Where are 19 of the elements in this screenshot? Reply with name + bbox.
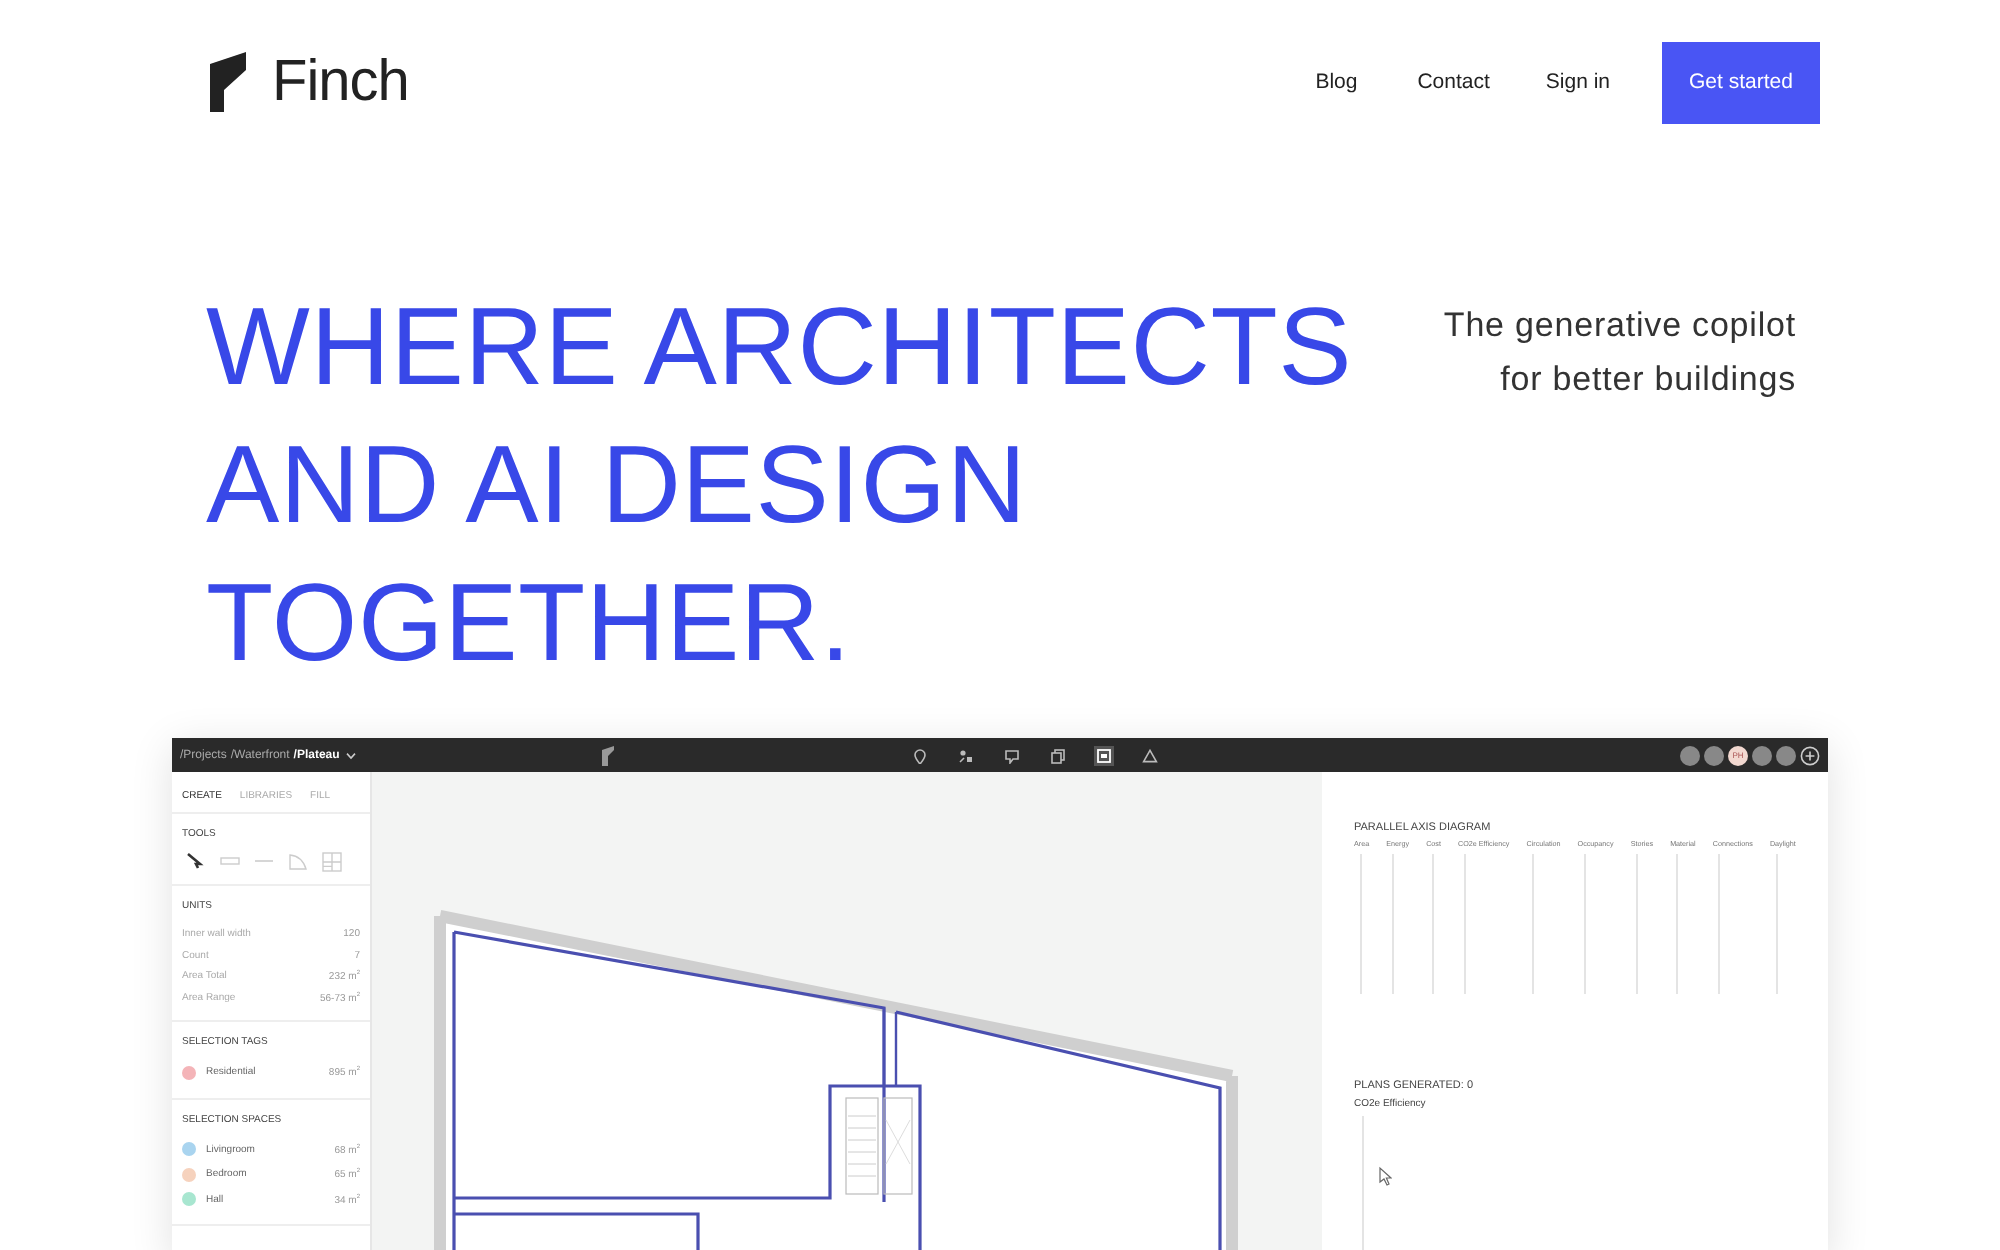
get-started-button[interactable]: Get started — [1662, 41, 1820, 123]
nav-link[interactable]: Contact — [1417, 70, 1490, 94]
shapes-icon[interactable] — [956, 745, 976, 765]
cursor-icon[interactable] — [186, 852, 206, 872]
caret-icon[interactable] — [345, 751, 356, 759]
tagline: The generative copilot for better buildings — [1443, 304, 1796, 402]
nav-link[interactable]: Blog — [1315, 70, 1358, 94]
nav-link[interactable]: Sign in — [1545, 70, 1610, 94]
triangle-icon[interactable] — [1140, 745, 1160, 765]
add-icon[interactable] — [1800, 745, 1820, 765]
copy-icon[interactable] — [1048, 745, 1068, 765]
comment-icon[interactable] — [1002, 745, 1022, 765]
hero-title: WHERE ARCHITECTS AND AI DESIGN TOGETHER. — [206, 282, 1353, 688]
image-icon[interactable] — [1094, 745, 1114, 765]
logo-icon — [600, 745, 616, 765]
brand-name: Finch — [272, 49, 409, 115]
logo-icon — [206, 52, 250, 112]
pin-icon[interactable] — [910, 745, 930, 765]
mouse-pointer-icon — [1378, 1166, 1392, 1186]
